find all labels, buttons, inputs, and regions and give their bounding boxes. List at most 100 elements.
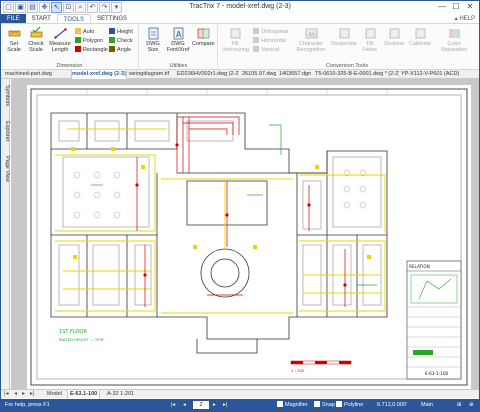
help-label: HELP: [459, 16, 475, 22]
deskew-button[interactable]: Deskew: [383, 27, 405, 47]
check-scale-button[interactable]: Check Scale: [26, 26, 46, 53]
side-panel: Symbols Explorer Page View: [1, 79, 10, 399]
prev-layout-arrow[interactable]: ◂: [14, 390, 17, 399]
print-icon[interactable]: ▤: [27, 2, 38, 13]
zoom-fit-icon[interactable]: ⊞: [457, 399, 462, 412]
vectorizing-icon: [229, 27, 242, 40]
ruler-icon: [8, 27, 21, 40]
deskew-label: Deskew: [384, 41, 404, 47]
maximize-button[interactable]: ☐: [449, 1, 463, 13]
check-button[interactable]: Check: [109, 37, 133, 44]
vertical-icon: [253, 46, 259, 52]
doc-tab-26105[interactable]: 26105.97.dwg: [242, 70, 276, 79]
help-menu[interactable]: ▴ HELP: [455, 14, 475, 24]
page-nav-last[interactable]: ▸|: [223, 399, 227, 412]
tab-file[interactable]: FILE: [1, 14, 26, 23]
polygon-icon: [75, 37, 81, 43]
doc-tab-ed236hv[interactable]: ED236HV002r1.dwg (2-2): [177, 70, 239, 79]
polygon-button[interactable]: Polygon: [75, 37, 103, 44]
color-separation-button[interactable]: Color Separation: [437, 27, 471, 53]
fill-holes-button[interactable]: Fill Holes: [359, 27, 381, 53]
deskew-icon: [388, 27, 401, 40]
polyline-toggle[interactable]: Polyline: [336, 399, 363, 412]
minimize-button[interactable]: —: [435, 1, 449, 13]
dwg-size-button[interactable]: DWG Size: [143, 27, 163, 53]
layout-tab-a32[interactable]: A-32 1-201: [105, 390, 136, 399]
calibrate-button[interactable]: Calibrate: [407, 27, 433, 47]
rectangle-label: Rectangle: [83, 47, 108, 53]
zoom-icon[interactable]: ⌕: [75, 2, 86, 13]
ribbon: Set Scale Check Scale Measure Length Aut…: [1, 24, 479, 70]
snap-toggle[interactable]: Snap: [314, 399, 335, 412]
zoom-in-icon[interactable]: ⊕: [469, 399, 474, 412]
tab-tools[interactable]: TOOLS: [56, 14, 92, 23]
angle-label: Angle: [117, 47, 132, 53]
select-icon[interactable]: ↖: [51, 2, 62, 13]
page-view-tab[interactable]: Page View: [1, 151, 10, 187]
rectangle-button[interactable]: Rectangle: [75, 46, 108, 53]
measure-length-button[interactable]: Measure Length: [49, 27, 71, 53]
page-nav-next[interactable]: ▸: [213, 399, 216, 412]
despeckle-button[interactable]: Despeckle: [331, 27, 357, 47]
zoom-window-icon[interactable]: ⊡: [63, 2, 74, 13]
redo-icon[interactable]: ↷: [99, 2, 110, 13]
page-number[interactable]: 2: [193, 399, 209, 412]
snap-checkbox[interactable]: [314, 401, 320, 407]
doc-tab-yp-x112[interactable]: YP-X112-V-P601 (ACD): [401, 70, 477, 79]
color-separation-icon: [448, 27, 461, 40]
conversion-tools-group-label: Conversion Tools: [325, 63, 369, 69]
calibrate-label: Calibrate: [408, 41, 431, 47]
page-nav-prev[interactable]: ◂: [183, 399, 186, 412]
doc-tab-model-xref[interactable]: model-xref.dwg (2-3): [71, 70, 127, 79]
explorer-tab[interactable]: Explorer: [1, 115, 10, 147]
layout-tab-e63[interactable]: E-63.1-100: [67, 390, 101, 399]
scale-note: 1 : 200: [291, 368, 305, 373]
magnifier-toggle[interactable]: Magnifier: [277, 399, 308, 412]
next-layout-arrow[interactable]: ▸: [22, 390, 25, 399]
floor-sublabel: RAISED HEIGHT — TFNF: [59, 337, 104, 342]
status-bar: For help, press F1 |◂ ◂ 2 ▸ ▸| Magnifier…: [1, 399, 479, 412]
auto-button[interactable]: Auto: [75, 28, 94, 35]
magnifier-checkbox[interactable]: [277, 401, 283, 407]
compare-button[interactable]: Compare: [192, 27, 215, 47]
layout-tab-model[interactable]: Model: [45, 390, 64, 399]
tab-start[interactable]: START: [26, 14, 57, 23]
fill-vectorizing-button[interactable]: Fill Vectorizing: [222, 27, 249, 53]
horizontal-button[interactable]: Horizontal: [253, 37, 286, 44]
angle-button[interactable]: Angle: [109, 46, 131, 53]
character-recognition-button[interactable]: Ab Character Recognition: [295, 27, 327, 53]
vertical-button[interactable]: Vertical: [253, 46, 279, 53]
open-icon[interactable]: ▢: [3, 2, 14, 13]
undo-icon[interactable]: ↶: [87, 2, 98, 13]
title-bar: ▢ ▣ ▤ ✥ ↖ ⊡ ⌕ ↶ ↷ ▾ TracTrix 7 - model-x…: [1, 1, 479, 14]
polygon-label: Polygon: [83, 38, 103, 44]
tab-settings[interactable]: SETTINGS: [91, 14, 133, 23]
doc-tab-1463657[interactable]: 1463657.dgn: [279, 70, 311, 79]
doc-tab-wiringdiagram[interactable]: wiringdiagram.tif: [129, 70, 173, 79]
set-scale-label: Set Scale: [7, 41, 21, 53]
doc-tab-t5-0610[interactable]: T5-0610-325-B-E-0001.dwg * (2-2): [315, 70, 399, 79]
drawing-canvas[interactable]: 1ST FLOOR RAISED HEIGHT — TFNF 1 : 200 R…: [11, 79, 479, 389]
page-number-field[interactable]: 2: [193, 401, 209, 409]
orthogonal-button[interactable]: Orthogonal: [253, 28, 288, 35]
dwg-font-label: DWG Font/Xref: [166, 41, 190, 53]
dwg-font-button[interactable]: A DWG Font/Xref: [166, 27, 190, 53]
dimension-group: Set Scale Check Scale Measure Length Aut…: [1, 25, 139, 69]
dropdown-icon[interactable]: ▾: [111, 2, 122, 13]
first-layout-arrow[interactable]: |◂: [4, 390, 9, 399]
auto-icon: [75, 28, 81, 34]
angle-icon: [109, 46, 115, 52]
symbols-tab[interactable]: Symbols: [1, 81, 10, 111]
save-icon[interactable]: ▣: [15, 2, 26, 13]
doc-tab-machined-part[interactable]: machined-part.dwg: [5, 70, 69, 79]
utilities-group-label: Utilities: [169, 63, 188, 69]
title-block: RELATION E-63-1-100: [406, 260, 462, 380]
pan-icon[interactable]: ✥: [39, 2, 50, 13]
page-nav-first[interactable]: |◂: [171, 399, 175, 412]
height-button[interactable]: Height: [109, 28, 133, 35]
set-scale-button[interactable]: Set Scale: [4, 27, 24, 53]
polyline-checkbox[interactable]: [336, 401, 342, 407]
last-layout-arrow[interactable]: ▸|: [30, 390, 35, 399]
layer-status[interactable]: Main: [421, 399, 433, 412]
close-button[interactable]: ✕: [463, 1, 477, 13]
